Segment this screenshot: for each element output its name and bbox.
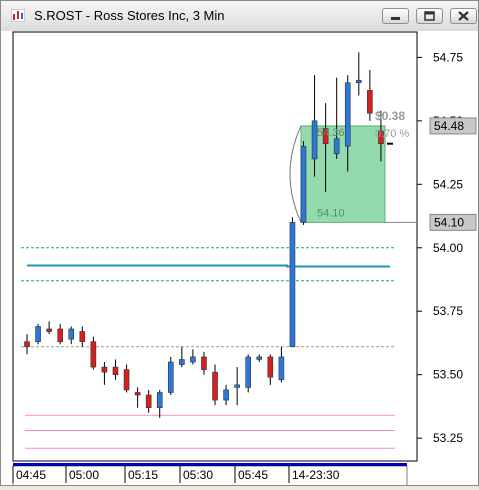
price-tag-label: 54.48 [434, 119, 464, 133]
candle [245, 354, 251, 393]
price-tag-label: 54.10 [434, 215, 464, 229]
candle-body [179, 359, 185, 365]
candle-body [190, 356, 196, 363]
restore-icon [424, 11, 435, 21]
candle-body [112, 366, 119, 375]
candle-body [234, 384, 240, 388]
window-title: S.ROST - Ross Stores Inc, 3 Min [34, 8, 225, 23]
candle [300, 141, 307, 225]
candle-body [79, 331, 86, 342]
candle-body [289, 222, 296, 348]
minimize-button[interactable] [382, 8, 409, 24]
candle-body [212, 371, 218, 401]
candle [35, 323, 41, 345]
candle-body [201, 356, 207, 370]
y-tick-label: 54.25 [433, 177, 463, 191]
restore-button[interactable] [416, 8, 443, 24]
price-chart[interactable]: 54.1054.36$0.380.70 %54.7554.5054.2554.0… [1, 31, 478, 487]
candle-body [134, 392, 141, 396]
candle-body [355, 79, 362, 84]
chart-area[interactable]: 54.1054.36$0.380.70 %54.7554.5054.2554.0… [1, 31, 478, 487]
candle-body [267, 356, 274, 378]
y-tick-label: 53.50 [433, 368, 463, 382]
close-icon [458, 11, 469, 21]
candle-body [167, 361, 174, 393]
minimize-icon [391, 17, 400, 20]
title-bar[interactable]: S.ROST - Ross Stores Inc, 3 Min [1, 1, 478, 32]
chart-window: S.ROST - Ross Stores Inc, 3 Min 54.10 54.… [0, 0, 479, 487]
candle-body [245, 356, 251, 388]
x-tick-label: 14-23:30 [292, 468, 340, 482]
candle [289, 217, 296, 348]
y-tick-label: 53.75 [433, 304, 463, 318]
candle-body [123, 369, 130, 391]
y-tick-label: 54.75 [433, 50, 463, 64]
candle-body [90, 341, 97, 368]
candle-body [57, 328, 63, 342]
x-tick-label: 05:30 [183, 468, 213, 482]
candle-body [278, 356, 285, 381]
candle-body [367, 90, 373, 114]
candle-body [223, 389, 229, 401]
x-axis-bar [13, 463, 407, 466]
candle-body [156, 392, 163, 408]
measure-end-label: 54.36 [317, 127, 345, 139]
chart-background [1, 31, 478, 485]
candle-body [145, 394, 152, 408]
x-tick-label: 05:00 [69, 468, 99, 482]
candle-body [256, 356, 263, 360]
measure-start-label: 54.10 [317, 207, 345, 219]
level-line-teal [27, 264, 390, 268]
chart-app-icon [11, 9, 25, 22]
x-tick-label: 04:45 [16, 468, 46, 482]
candle-body [300, 145, 307, 223]
candle-body [333, 138, 340, 155]
candle-body [35, 326, 41, 342]
y-tick-label: 54.00 [433, 241, 463, 255]
candle-body [46, 328, 52, 332]
candle-body [68, 328, 75, 340]
measure-change-label: $0.38 [375, 109, 405, 123]
close-button[interactable] [450, 8, 477, 24]
x-tick-label: 05:45 [238, 468, 268, 482]
candle [167, 356, 174, 395]
candle-body [344, 82, 351, 147]
candle [90, 336, 97, 370]
candle-body [101, 366, 108, 373]
candle-body [24, 341, 30, 348]
measure-percent-label: 0.70 % [375, 128, 409, 140]
x-tick-label: 05:15 [128, 468, 158, 482]
y-tick-label: 53.25 [433, 431, 463, 445]
